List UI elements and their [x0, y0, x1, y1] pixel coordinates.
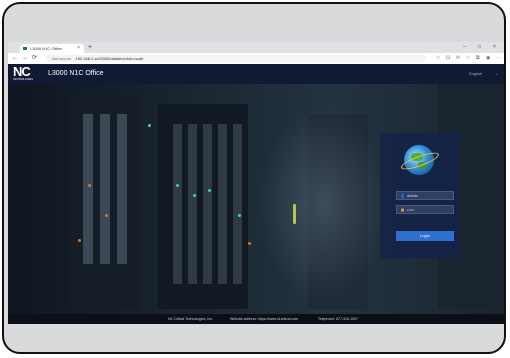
reload-button[interactable]: ⟳: [32, 53, 37, 64]
site-header: NC TECHNOLOGIES L3000 N1C Office English…: [8, 64, 504, 84]
lock-icon: 🔒: [400, 207, 405, 212]
menu-icon[interactable]: ⋯: [496, 53, 501, 64]
url-input[interactable]: Not secure 192.168.1.xx/l3000/datatech/f…: [46, 55, 426, 62]
maximize-button[interactable]: □: [478, 42, 481, 53]
background-glow: [258, 104, 388, 304]
url-text: 192.168.1.xx/l3000/datatech/full-mode: [75, 56, 144, 61]
chevron-down-icon[interactable]: ⌄: [495, 64, 498, 84]
web-page: NC TECHNOLOGIES L3000 N1C Office English…: [8, 64, 504, 324]
password-value: •••••: [407, 207, 415, 212]
browser-window: L3000 N1C Office × + – □ × ← → ⟳ Not sec…: [8, 42, 504, 324]
minimize-button[interactable]: –: [463, 42, 466, 53]
user-icon: 👤: [400, 193, 405, 198]
globe-icon: [399, 145, 441, 175]
language-selector[interactable]: English: [469, 64, 482, 84]
back-button[interactable]: ←: [12, 53, 18, 64]
company-logo: NC TECHNOLOGIES: [13, 64, 33, 81]
footer-phone: Telephone: 877-326-1097: [318, 317, 358, 321]
tab-title: L3000 N1C Office: [30, 46, 62, 51]
favicon-icon: [23, 47, 27, 50]
new-tab-button[interactable]: +: [88, 42, 92, 53]
bookmark-star-icon[interactable]: ☆: [436, 53, 440, 64]
username-field[interactable]: 👤 admin: [396, 191, 454, 200]
app-title: L3000 N1C Office: [48, 70, 104, 77]
collections-icon[interactable]: ⧉: [476, 53, 480, 64]
profile-icon[interactable]: ◉: [486, 53, 490, 64]
close-window-button[interactable]: ×: [493, 42, 496, 53]
login-button[interactable]: Login: [396, 231, 454, 241]
favorites-icon[interactable]: ☆: [466, 53, 470, 64]
login-panel: 👤 admin 🔒 ••••• Login: [380, 133, 460, 258]
forward-button[interactable]: →: [22, 53, 28, 64]
device-frame: L3000 N1C Office × + – □ × ← → ⟳ Not sec…: [2, 2, 506, 354]
read-mode-icon[interactable]: ⊡: [446, 53, 450, 64]
password-field[interactable]: 🔒 •••••: [396, 205, 454, 214]
footer-website[interactable]: Website address: https://www.n1critical.…: [230, 314, 298, 324]
footer-company: N1 Critical Technologies, Inc.: [168, 317, 214, 321]
tab-bar: L3000 N1C Office × + – □ ×: [8, 42, 504, 53]
username-value: admin: [407, 193, 418, 198]
tab-close-icon[interactable]: ×: [77, 44, 80, 53]
not-secure-label[interactable]: Not secure: [52, 56, 71, 61]
browser-tab[interactable]: L3000 N1C Office ×: [20, 44, 84, 53]
site-footer: N1 Critical Technologies, Inc. Website a…: [8, 314, 504, 324]
refresh-icon[interactable]: ⟳: [456, 53, 460, 64]
